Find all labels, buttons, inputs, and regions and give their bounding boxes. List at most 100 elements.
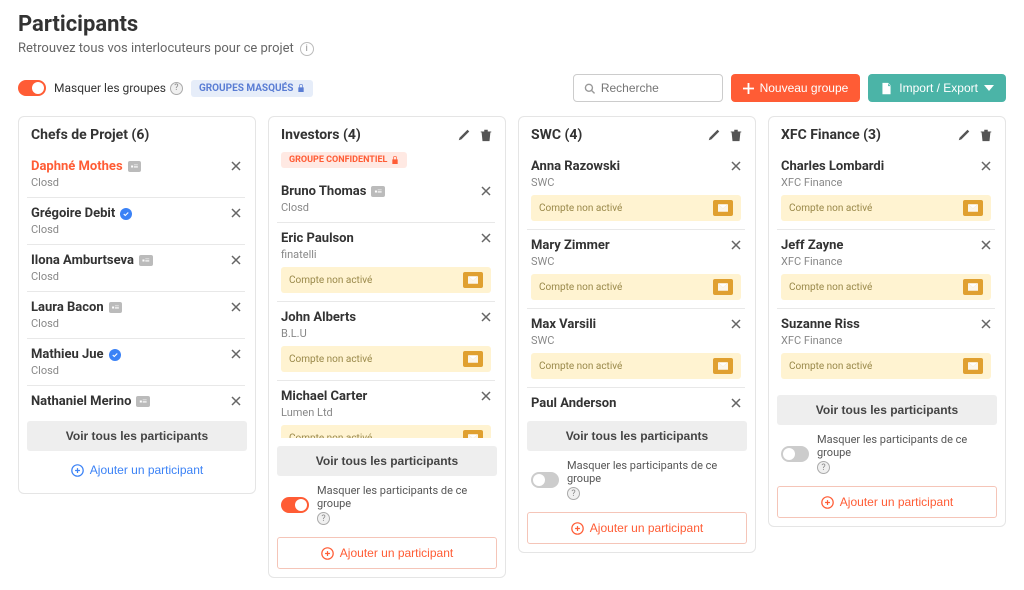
member-org: Closd: [31, 364, 241, 377]
remove-member-button[interactable]: [481, 312, 491, 325]
help-icon[interactable]: ?: [567, 487, 580, 500]
member-name: Paul Anderson: [531, 396, 741, 411]
mail-icon[interactable]: [963, 279, 983, 295]
members-scroll[interactable]: Charles Lombardi XFC FinanceCompte non a…: [777, 151, 997, 387]
mail-icon[interactable]: [463, 351, 483, 367]
add-participant-button[interactable]: Ajouter un participant: [27, 455, 247, 485]
toolbar: Masquer les groupes ? GROUPES MASQUÉS No…: [18, 74, 1006, 102]
member-org: Closd: [31, 176, 241, 189]
delete-group-button[interactable]: [479, 128, 493, 142]
info-icon[interactable]: i: [300, 42, 314, 56]
add-participant-button[interactable]: Ajouter un participant: [777, 486, 997, 518]
member-name: Suzanne Riss: [781, 317, 991, 332]
card-badge-icon: ▪≡: [136, 396, 150, 407]
status-not-activated: Compte non activé: [781, 274, 991, 300]
member-row: Jeff Zayne XFC FinanceCompte non activé: [777, 229, 995, 308]
remove-member-button[interactable]: [731, 240, 741, 253]
members-scroll[interactable]: Daphné Mothes ▪≡ClosdGrégoire Debit Clos…: [27, 151, 247, 413]
remove-member-button[interactable]: [231, 208, 241, 221]
edit-group-button[interactable]: [957, 128, 971, 142]
remove-member-button[interactable]: [481, 186, 491, 199]
status-not-activated: Compte non activé: [281, 425, 491, 438]
subtitle-text: Retrouvez tous vos interlocuteurs pour c…: [18, 41, 294, 56]
member-org: finatelli: [281, 248, 491, 261]
see-all-button[interactable]: Voir tous les participants: [777, 395, 997, 425]
remove-member-button[interactable]: [981, 240, 991, 253]
status-not-activated: Compte non activé: [281, 267, 491, 293]
remove-member-button[interactable]: [481, 391, 491, 404]
member-org: B.L.U: [281, 327, 491, 340]
help-icon[interactable]: ?: [170, 82, 183, 95]
mail-icon[interactable]: [463, 272, 483, 288]
mail-icon[interactable]: [463, 430, 483, 438]
remove-member-button[interactable]: [231, 349, 241, 362]
member-row: Max Varsili SWCCompte non activé: [527, 308, 745, 387]
member-name: Eric Paulson: [281, 231, 491, 246]
hide-participants-toggle[interactable]: [281, 497, 309, 513]
help-icon[interactable]: ?: [817, 461, 830, 474]
page-subtitle: Retrouvez tous vos interlocuteurs pour c…: [18, 41, 1006, 56]
card-badge-icon: ▪≡: [128, 161, 142, 172]
delete-group-button[interactable]: [729, 128, 743, 142]
member-row: Mary Zimmer SWCCompte non activé: [527, 229, 745, 308]
remove-member-button[interactable]: [231, 255, 241, 268]
remove-member-button[interactable]: [731, 319, 741, 332]
edit-group-button[interactable]: [707, 128, 721, 142]
mail-icon[interactable]: [713, 200, 733, 216]
mail-icon[interactable]: [963, 200, 983, 216]
group-column: Chefs de Projet (6)Daphné Mothes ▪≡Closd…: [18, 116, 256, 494]
member-row: John Alberts B.L.UCompte non activé: [277, 301, 495, 380]
hide-groups-toggle[interactable]: [18, 80, 46, 96]
member-row: Ilona Amburtseva ▪≡Closd: [27, 244, 245, 291]
member-name: Daphné Mothes ▪≡: [31, 159, 241, 174]
remove-member-button[interactable]: [231, 302, 241, 315]
card-badge-icon: ▪≡: [371, 186, 385, 197]
delete-group-button[interactable]: [979, 128, 993, 142]
edit-group-button[interactable]: [457, 128, 471, 142]
remove-member-button[interactable]: [731, 398, 741, 411]
remove-member-button[interactable]: [231, 161, 241, 174]
members-scroll[interactable]: Anna Razowski SWCCompte non activéMary Z…: [527, 151, 747, 413]
member-org: Closd: [281, 201, 491, 214]
add-participant-button[interactable]: Ajouter un participant: [527, 512, 747, 544]
search-box[interactable]: [573, 74, 723, 102]
member-org: Closd: [31, 270, 241, 283]
hide-groups-label: Masquer les groupes ?: [54, 81, 183, 95]
hide-participants-toggle[interactable]: [531, 472, 559, 488]
remove-member-button[interactable]: [231, 396, 241, 409]
mail-icon[interactable]: [713, 358, 733, 374]
member-org: Closd: [31, 223, 241, 236]
see-all-button[interactable]: Voir tous les participants: [527, 421, 747, 451]
member-name: Nathaniel Merino ▪≡: [31, 394, 241, 409]
search-input[interactable]: [601, 81, 712, 95]
member-org: Lumen Ltd: [281, 406, 491, 419]
group-title: SWC (4): [531, 127, 582, 143]
remove-member-button[interactable]: [981, 161, 991, 174]
import-export-button[interactable]: Import / Export: [868, 74, 1006, 102]
page-title: Participants: [18, 12, 1006, 37]
status-not-activated: Compte non activé: [531, 353, 741, 379]
chevron-down-icon: [984, 85, 994, 91]
member-org: XFC Finance: [781, 176, 991, 189]
group-column: SWC (4)Anna Razowski SWCCompte non activ…: [518, 116, 756, 553]
hide-participants-row: Masquer les participants de ce groupe?: [277, 476, 497, 533]
hide-participants-toggle[interactable]: [781, 446, 809, 462]
mail-icon[interactable]: [713, 279, 733, 295]
new-group-button[interactable]: Nouveau groupe: [731, 74, 861, 102]
hide-participants-row: Masquer les participants de ce groupe?: [527, 451, 747, 508]
add-participant-button[interactable]: Ajouter un participant: [277, 537, 497, 569]
masked-groups-badge[interactable]: GROUPES MASQUÉS: [191, 80, 313, 97]
member-row: Daphné Mothes ▪≡ Closd: [27, 151, 245, 197]
see-all-button[interactable]: Voir tous les participants: [277, 446, 497, 476]
see-all-button[interactable]: Voir tous les participants: [27, 421, 247, 451]
help-icon[interactable]: ?: [317, 512, 330, 525]
members-scroll[interactable]: Bruno Thomas ▪≡ClosdEric Paulson finatel…: [277, 176, 497, 438]
remove-member-button[interactable]: [731, 161, 741, 174]
member-row: Mathieu Jue Closd: [27, 338, 245, 385]
remove-member-button[interactable]: [481, 233, 491, 246]
member-org: SWC: [531, 255, 741, 268]
member-row: Eric Paulson finatelli Compte non activé: [277, 222, 495, 301]
mail-icon[interactable]: [963, 358, 983, 374]
remove-member-button[interactable]: [981, 319, 991, 332]
member-name: Jeff Zayne: [781, 238, 991, 253]
